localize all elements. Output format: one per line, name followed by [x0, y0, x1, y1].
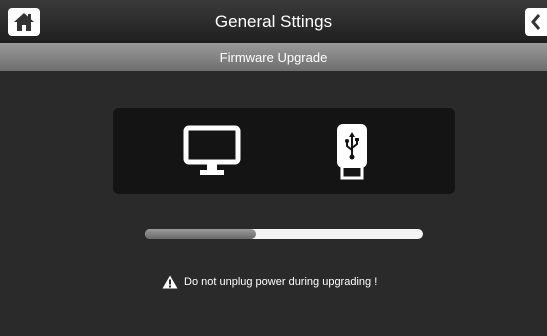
- upgrade-progress-fill: [145, 229, 257, 239]
- usb-drive-icon: [337, 124, 367, 180]
- warning-icon: [162, 275, 178, 289]
- section-title: Firmware Upgrade: [219, 50, 328, 65]
- monitor-icon: [183, 125, 241, 175]
- warning-text: Do not unplug power during upgrading !: [184, 276, 378, 288]
- warning-message: Do not unplug power during upgrading !: [162, 275, 377, 289]
- back-button[interactable]: [525, 8, 547, 36]
- section-header: Firmware Upgrade: [0, 43, 547, 71]
- title-bar: General Sttings: [0, 0, 547, 43]
- upgrade-progress-bar: [145, 229, 423, 239]
- device-panel: [113, 108, 455, 194]
- chevron-left-icon: [531, 14, 541, 30]
- page-title: General Sttings: [214, 12, 333, 31]
